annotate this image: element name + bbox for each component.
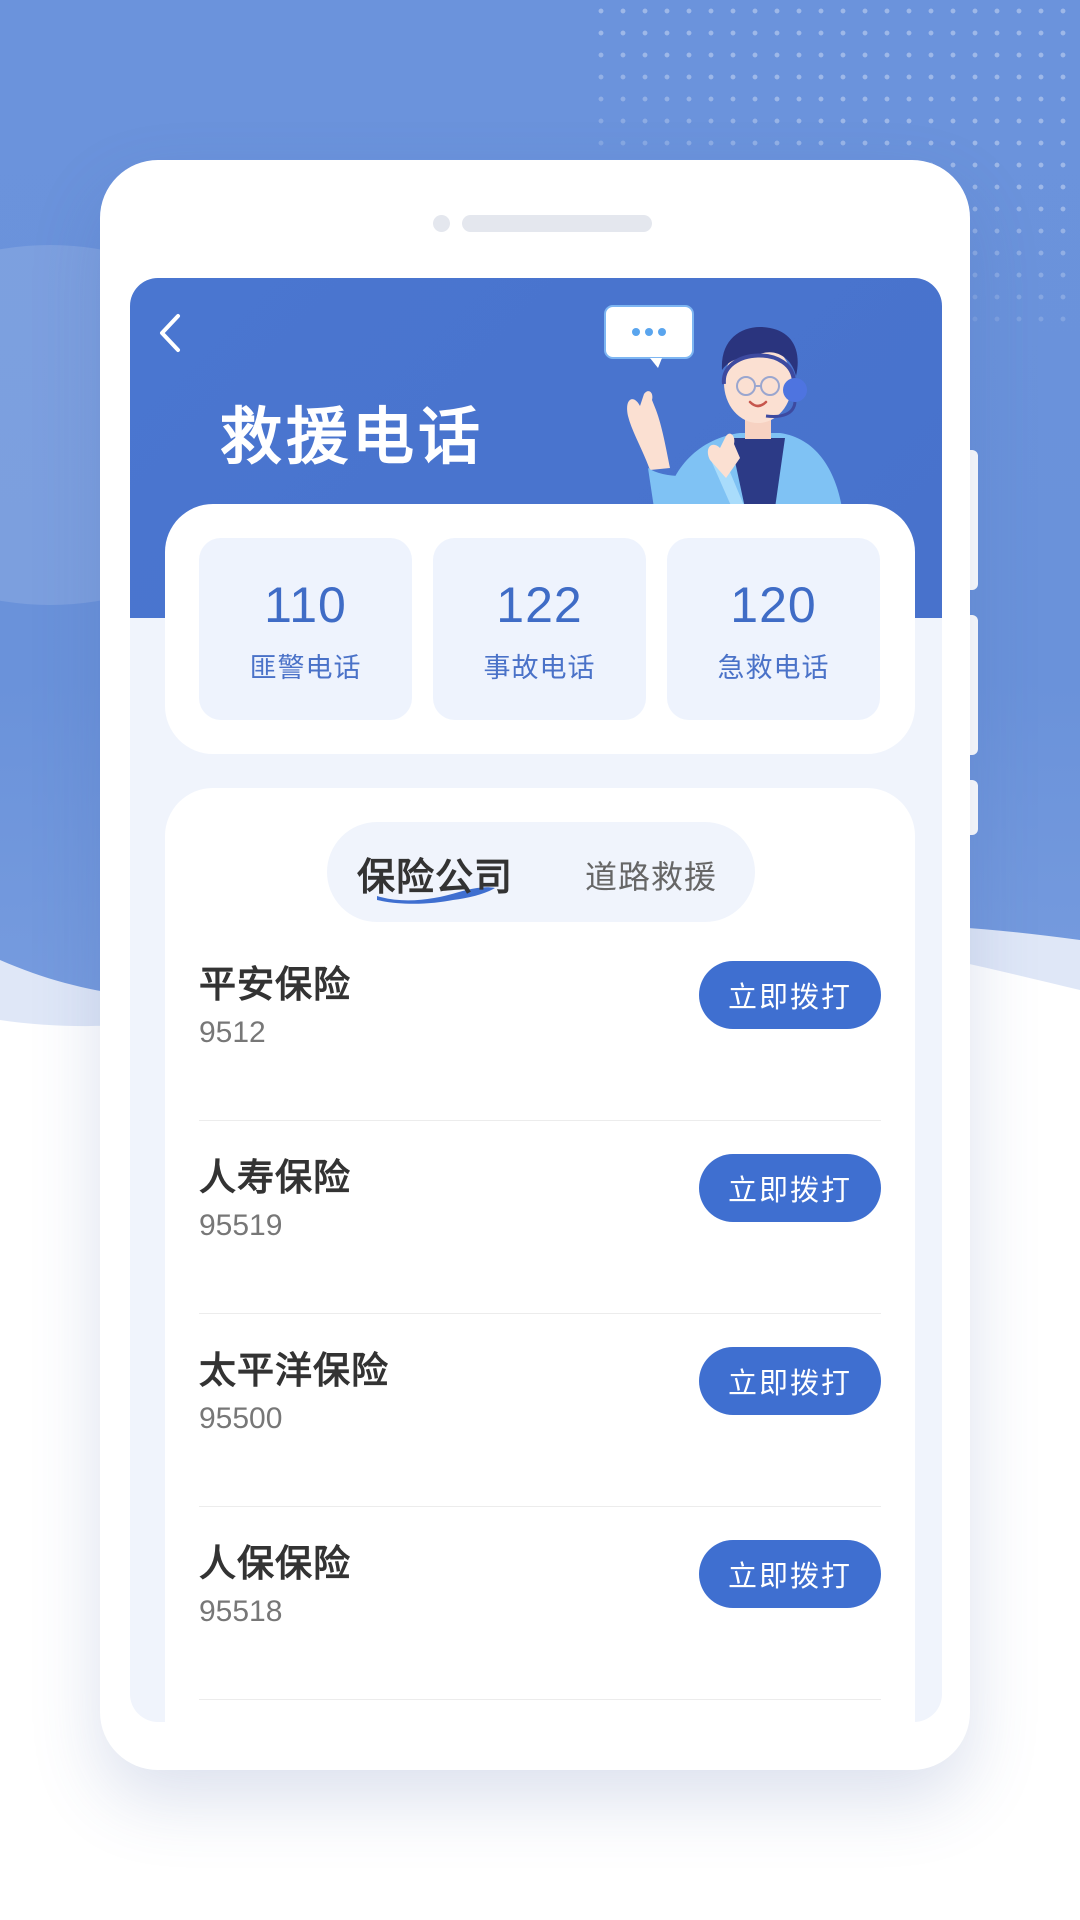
chevron-left-icon[interactable] (150, 308, 190, 358)
company-phone: 9512 (199, 1016, 266, 1049)
contacts-card: 保险公司 道路救援 平安保险 9512 立即拨打 人寿保险 95519 立即拨打… (165, 788, 915, 1722)
call-button[interactable]: 立即拨打 (699, 1540, 881, 1608)
app-screen: 救援电话 110 匪警电话 122 事故电话 120 急救电话 保险公司 道路救… (130, 278, 942, 1722)
company-name: 平安保险 (199, 964, 351, 1005)
hotline-label: 急救电话 (717, 653, 830, 683)
tab-insurance-companies[interactable]: 保险公司 (357, 846, 513, 901)
company-name: 人寿保险 (199, 1157, 351, 1198)
hotline-ambulance[interactable]: 120 急救电话 (667, 538, 880, 720)
hotline-number: 120 (730, 577, 817, 633)
list-item: 人保保险 95518 立即拨打 (199, 1507, 881, 1700)
company-name: 人保保险 (199, 1543, 351, 1584)
hotline-number: 110 (264, 577, 347, 633)
list-item: 平安保险 9512 立即拨打 (199, 928, 881, 1121)
phone-speaker (462, 215, 652, 232)
hotline-police[interactable]: 110 匪警电话 (199, 538, 412, 720)
company-phone: 95500 (199, 1402, 283, 1435)
tab-road-rescue[interactable]: 道路救援 (585, 852, 717, 898)
hotline-traffic[interactable]: 122 事故电话 (433, 538, 646, 720)
hotlines-card: 110 匪警电话 122 事故电话 120 急救电话 (165, 504, 915, 754)
call-button[interactable]: 立即拨打 (699, 1347, 881, 1415)
category-tabs: 保险公司 道路救援 (327, 822, 755, 922)
page-title: 救援电话 (220, 403, 485, 472)
customer-service-agent-illustration (604, 305, 842, 508)
hotline-number: 122 (496, 577, 583, 633)
phone-camera (433, 215, 450, 232)
list-item: 太平洋保险 95500 立即拨打 (199, 1314, 881, 1507)
call-button[interactable]: 立即拨打 (699, 1154, 881, 1222)
hotline-label: 匪警电话 (249, 653, 362, 683)
company-phone: 95518 (199, 1595, 283, 1628)
list-item: 人寿保险 95519 立即拨打 (199, 1121, 881, 1314)
company-phone: 95519 (199, 1209, 283, 1242)
call-button[interactable]: 立即拨打 (699, 961, 881, 1029)
hotline-label: 事故电话 (483, 653, 596, 683)
chat-bubble-icon (604, 305, 694, 368)
company-name: 太平洋保险 (199, 1350, 389, 1391)
phone-frame: 救援电话 110 匪警电话 122 事故电话 120 急救电话 保险公司 道路救… (100, 160, 970, 1770)
